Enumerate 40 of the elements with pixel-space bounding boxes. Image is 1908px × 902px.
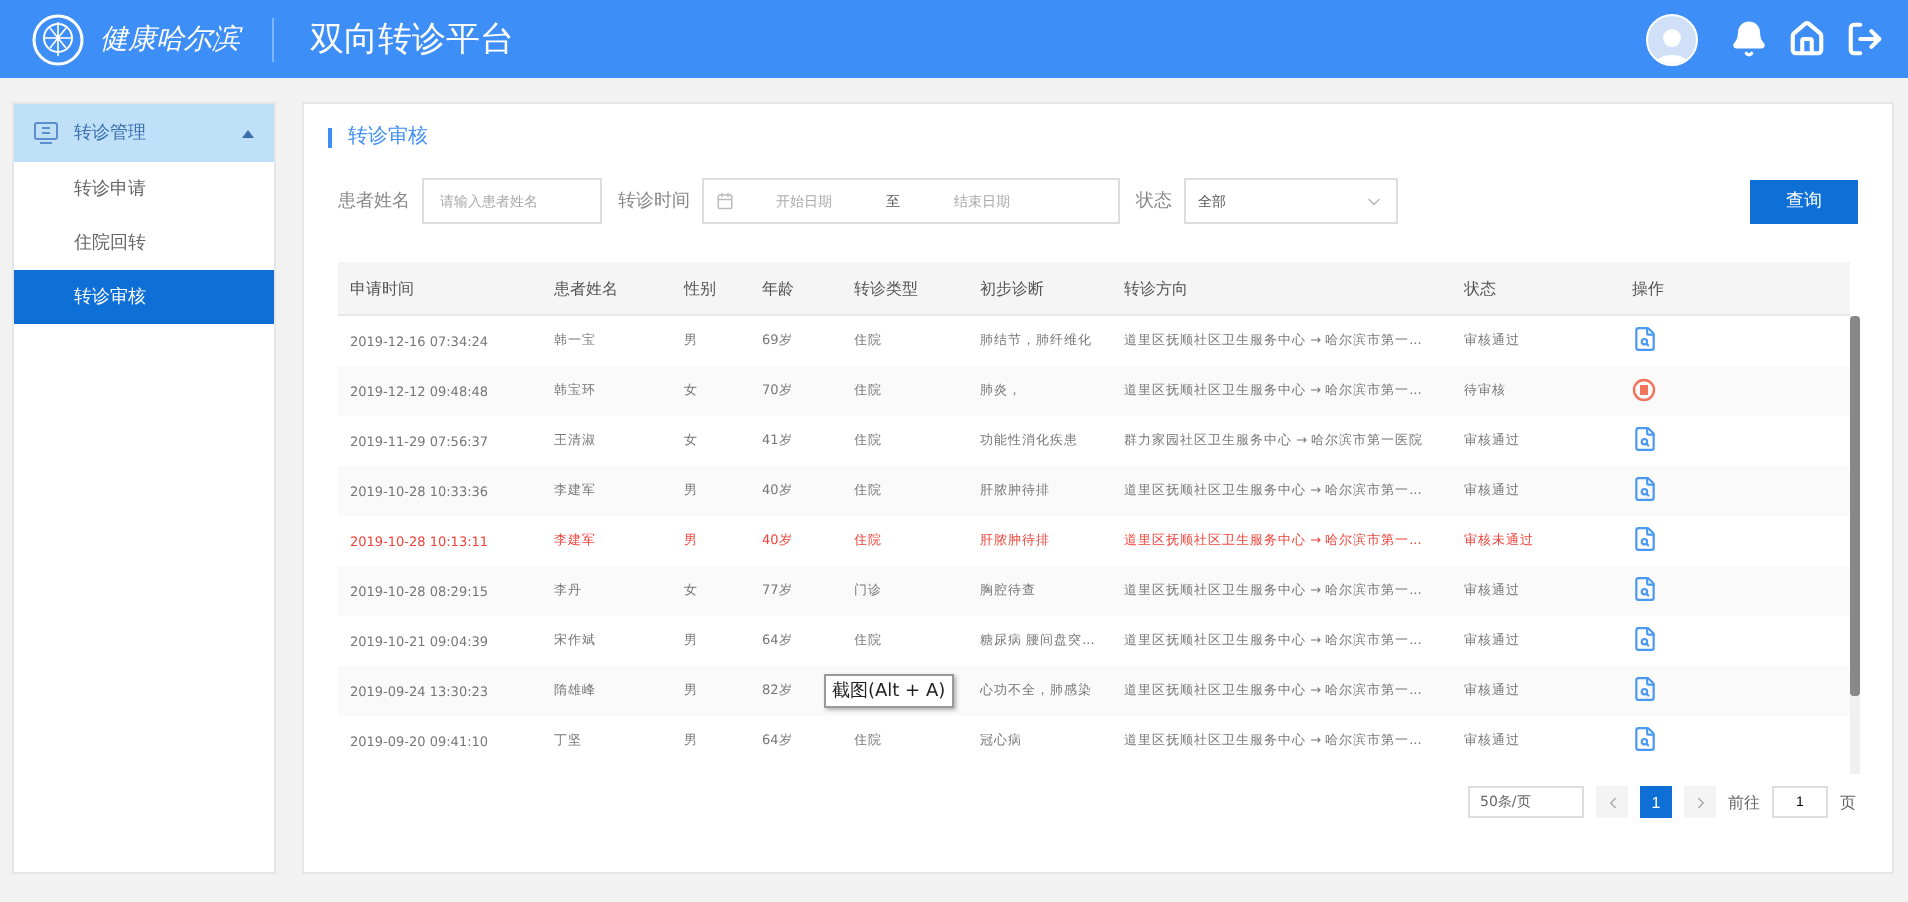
calendar-icon xyxy=(716,192,734,210)
tooltip: 截图(Alt + A) xyxy=(824,674,954,708)
view-details-icon[interactable] xyxy=(1632,676,1658,702)
platform-title: 双向转诊平台 xyxy=(310,18,514,62)
brand-name: 健康哈尔滨 xyxy=(100,21,240,57)
column-header: 性别 xyxy=(684,277,718,299)
status-label: 状态 xyxy=(1136,189,1172,214)
view-details-icon[interactable] xyxy=(1632,326,1658,352)
logout-icon[interactable] xyxy=(1846,20,1884,58)
column-header: 状态 xyxy=(1464,277,1498,299)
time-label: 转诊时间 xyxy=(618,189,690,214)
referral-icon xyxy=(34,122,58,144)
column-header: 转诊方向 xyxy=(1124,277,1190,299)
view-details-icon[interactable] xyxy=(1632,426,1658,452)
avatar-icon[interactable] xyxy=(1646,13,1698,65)
column-header: 申请时间 xyxy=(350,277,416,299)
review-icon[interactable] xyxy=(1632,378,1656,402)
query-button[interactable]: 查询 xyxy=(1750,179,1858,223)
view-details-icon[interactable] xyxy=(1632,726,1658,752)
column-header: 患者姓名 xyxy=(554,277,620,299)
menu-group-label: 转诊管理 xyxy=(74,121,146,146)
home-icon[interactable] xyxy=(1788,20,1826,58)
page-suffix: 页 xyxy=(1840,791,1856,813)
menu-group[interactable]: 转诊管理 xyxy=(14,104,274,162)
logo-icon xyxy=(32,13,84,65)
column-header: 转诊类型 xyxy=(854,277,920,299)
view-details-icon[interactable] xyxy=(1632,476,1658,502)
panel-title: 转诊审核 xyxy=(328,128,1860,148)
goto-label: 前往 xyxy=(1728,791,1760,813)
caret-icon xyxy=(242,129,254,137)
page-button[interactable]: 1 xyxy=(1640,786,1672,818)
view-details-icon[interactable] xyxy=(1632,626,1658,652)
column-header: 操作 xyxy=(1632,277,1666,299)
bell-icon[interactable] xyxy=(1730,20,1768,58)
name-label: 患者姓名 xyxy=(338,189,410,214)
view-details-icon[interactable] xyxy=(1632,576,1658,602)
view-details-icon[interactable] xyxy=(1632,526,1658,552)
column-header: 年龄 xyxy=(762,277,796,299)
column-header: 初步诊断 xyxy=(980,277,1046,299)
sidebar-item[interactable]: 转诊审核 xyxy=(14,270,274,324)
